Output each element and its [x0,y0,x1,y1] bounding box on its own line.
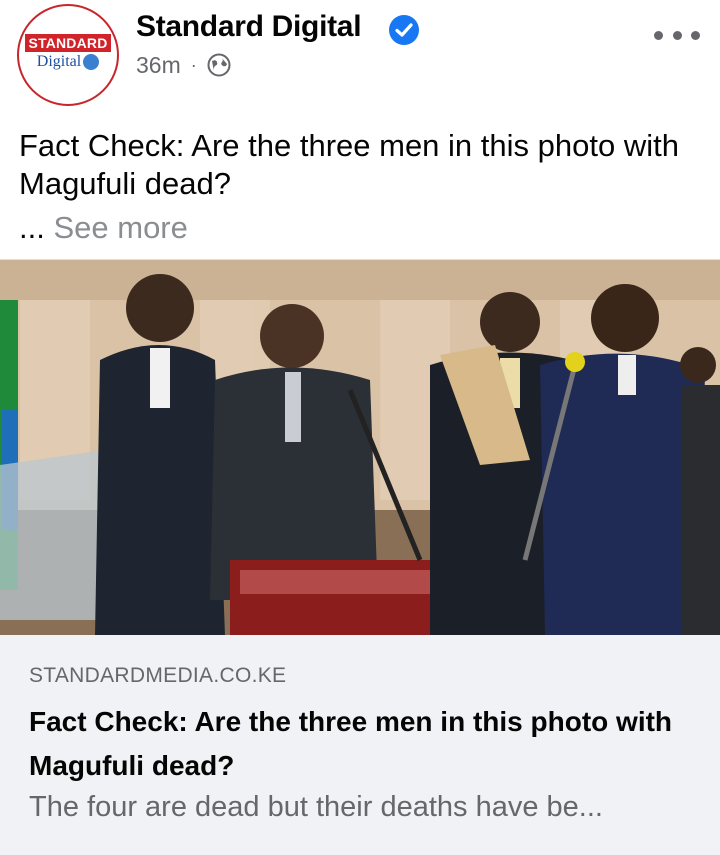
more-dot-icon [672,30,682,40]
meta-separator: · [190,54,197,75]
more-dot-icon [691,30,700,40]
link-title[interactable]: Fact Check: Are the three men in this ph… [29,700,699,788]
avatar-logo-bottom: Digital [36,52,100,71]
post-timestamp[interactable]: 36m [136,52,181,79]
post-header: STANDARD Digital Standard Digital 36m · [0,0,720,112]
more-dot-icon [654,30,663,40]
globe-logo-icon [83,53,100,70]
ellipsis: ... [19,210,45,245]
link-description: The four are dead but their deaths have … [29,791,603,823]
avatar-logo-top: STANDARD [25,33,111,52]
page-name[interactable]: Standard Digital [136,10,362,44]
avatar-logo-text: Digital [36,52,82,70]
ceremony-photo-illustration [0,260,720,636]
see-more-row: ... See more [19,209,188,247]
page-avatar[interactable]: STANDARD Digital [17,4,119,106]
more-options-button[interactable] [654,20,700,50]
post-meta: 36m · [136,50,231,80]
see-more-link[interactable]: See more [53,210,187,245]
globe-icon [207,53,231,77]
post-photo[interactable] [0,259,720,636]
verified-badge-icon [389,15,419,45]
post-text: Fact Check: Are the three men in this ph… [19,128,679,201]
link-domain: STANDARDMEDIA.CO.KE [29,664,287,687]
